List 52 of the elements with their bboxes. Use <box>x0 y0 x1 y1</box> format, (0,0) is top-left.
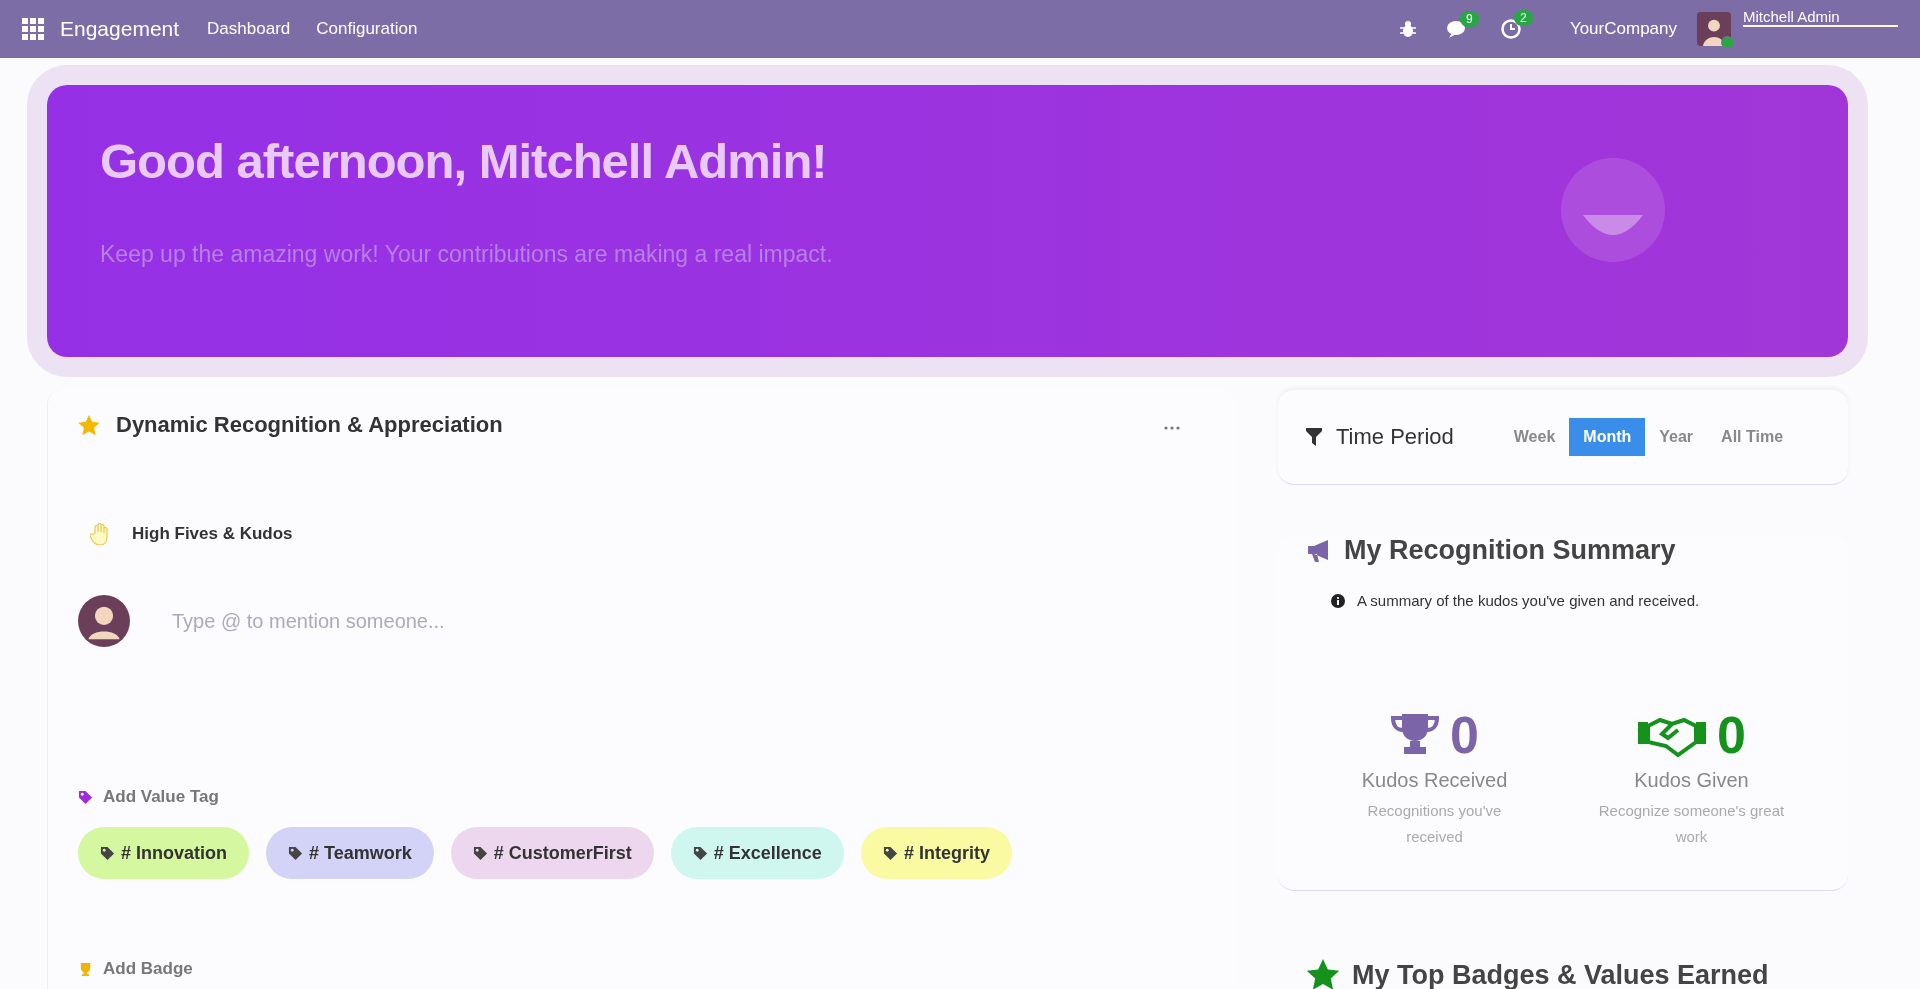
value-tag-chip[interactable]: # Teamwork <box>266 827 434 879</box>
tag-icon <box>100 845 115 861</box>
stat-value: 0 <box>1450 705 1479 765</box>
stat-description: Recognize someone's great work <box>1597 801 1786 847</box>
value-tag-chip[interactable]: # CustomerFirst <box>450 827 654 879</box>
period-tab[interactable]: Year <box>1645 418 1708 456</box>
stat-description: Recognitions you've received <box>1366 801 1503 847</box>
bug-icon[interactable] <box>1399 20 1416 38</box>
period-tab[interactable]: Month <box>1569 418 1646 456</box>
star-icon <box>78 414 100 436</box>
company-name[interactable]: YourCompany <box>1569 19 1677 39</box>
star-icon <box>1306 959 1340 989</box>
stat-value: 0 <box>1717 705 1746 765</box>
tag-icon <box>472 845 488 861</box>
value-tag-chip[interactable]: # Integrity <box>860 827 1012 879</box>
stat-label: Kudos Received <box>1361 769 1508 792</box>
apps-menu-icon[interactable] <box>22 18 44 40</box>
trophy-icon <box>78 961 93 977</box>
section-title: My Top Badges & Values Earned <box>1352 959 1769 989</box>
section-title: My Recognition Summary <box>1344 535 1676 566</box>
card-title: Dynamic Recognition & Appreciation <box>116 412 504 438</box>
value-tag-chip[interactable]: # Innovation <box>78 827 249 879</box>
info-icon <box>1331 593 1345 608</box>
tag-icon <box>78 789 93 805</box>
value-tag-label: Add Value Tag <box>103 787 219 807</box>
tag-icon <box>288 845 303 861</box>
card-title: Time Period <box>1336 424 1454 450</box>
menu-item[interactable]: Configuration <box>316 19 418 39</box>
greeting-title: Good afternoon, Mitchell Admin! <box>100 133 828 189</box>
app-name[interactable]: Engagement <box>60 17 180 41</box>
clock-icon[interactable] <box>1499 18 1522 40</box>
activity-count: 2 <box>1513 10 1533 26</box>
tag-icon <box>692 845 708 861</box>
stat-label: Kudos Given <box>1634 769 1749 792</box>
user-name[interactable]: Mitchell Admin <box>1743 8 1898 27</box>
online-status-dot <box>1721 36 1734 49</box>
smiley-icon <box>1558 155 1668 265</box>
greeting-subtitle: Keep up the amazing work! Your contributions are making a real impact. <box>100 241 834 268</box>
hand-icon <box>90 523 110 545</box>
user-avatar <box>78 595 130 647</box>
message-count: 9 <box>1459 11 1479 27</box>
section-label: High Fives & Kudos <box>132 524 293 544</box>
tag-icon <box>882 845 898 861</box>
filter-icon <box>1306 428 1322 446</box>
menu-item[interactable]: Dashboard <box>207 19 291 39</box>
user-avatar[interactable] <box>1697 12 1731 46</box>
period-tab[interactable]: Week <box>1499 418 1570 456</box>
info-text: A summary of the kudos you've given and received. <box>1357 592 1700 609</box>
period-tab[interactable]: All Time <box>1707 418 1798 456</box>
badge-label: Add Badge <box>103 959 193 979</box>
mention-input-field[interactable]: Type @ to mention someone... <box>170 608 1206 634</box>
value-tag-chip[interactable]: # Excellence <box>670 827 844 879</box>
